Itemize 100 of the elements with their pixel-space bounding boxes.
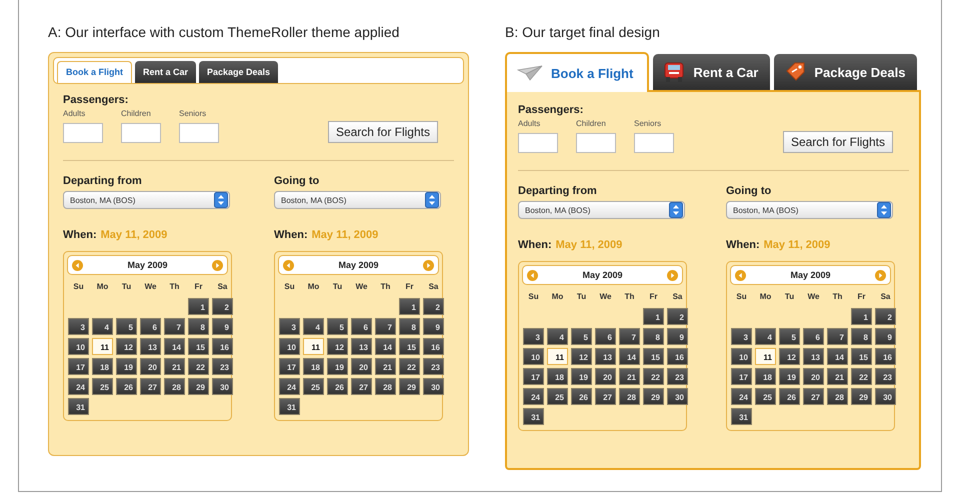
day-cell[interactable]: 18: [303, 358, 324, 375]
day-cell[interactable]: 17: [731, 368, 752, 385]
day-cell[interactable]: 30: [212, 378, 233, 395]
day-cell[interactable]: 8: [188, 318, 209, 335]
day-cell[interactable]: 28: [619, 388, 640, 405]
day-cell[interactable]: 18: [755, 368, 776, 385]
day-cell[interactable]: 2: [212, 298, 233, 315]
day-cell[interactable]: 26: [116, 378, 137, 395]
day-cell[interactable]: 15: [399, 338, 420, 355]
day-cell[interactable]: 12: [327, 338, 348, 355]
day-cell[interactable]: 23: [212, 358, 233, 375]
day-cell[interactable]: 21: [827, 368, 848, 385]
day-cell[interactable]: 31: [523, 408, 544, 425]
day-cell[interactable]: 24: [523, 388, 544, 405]
day-cell[interactable]: 4: [303, 318, 324, 335]
day-cell[interactable]: 6: [803, 328, 824, 345]
day-cell[interactable]: 29: [399, 378, 420, 395]
day-cell[interactable]: 8: [643, 328, 664, 345]
day-cell[interactable]: 11: [303, 338, 324, 355]
day-cell[interactable]: 3: [523, 328, 544, 345]
day-cell[interactable]: 12: [779, 348, 800, 365]
day-cell[interactable]: 19: [327, 358, 348, 375]
day-cell[interactable]: 18: [547, 368, 568, 385]
day-cell[interactable]: 14: [375, 338, 396, 355]
tab[interactable]: Package Deals: [774, 54, 918, 90]
day-cell[interactable]: 16: [423, 338, 444, 355]
day-cell[interactable]: 24: [731, 388, 752, 405]
day-cell[interactable]: 31: [731, 408, 752, 425]
input-field[interactable]: [576, 133, 616, 153]
day-cell[interactable]: 27: [595, 388, 616, 405]
day-cell[interactable]: 16: [875, 348, 896, 365]
search-button[interactable]: Search for Flights: [782, 131, 893, 153]
day-cell[interactable]: 6: [140, 318, 161, 335]
day-cell[interactable]: 30: [667, 388, 688, 405]
day-cell[interactable]: 4: [92, 318, 113, 335]
day-cell[interactable]: 2: [875, 308, 896, 325]
day-cell[interactable]: 5: [779, 328, 800, 345]
tab[interactable]: Book a Flight: [505, 52, 650, 92]
day-cell[interactable]: 11: [755, 348, 776, 365]
dropdown-field[interactable]: Boston, MA (BOS): [518, 201, 685, 219]
day-cell[interactable]: 4: [755, 328, 776, 345]
day-cell[interactable]: 21: [619, 368, 640, 385]
day-cell[interactable]: 19: [116, 358, 137, 375]
day-cell[interactable]: 2: [423, 298, 444, 315]
day-cell[interactable]: 16: [212, 338, 233, 355]
day-cell[interactable]: 20: [595, 368, 616, 385]
day-cell[interactable]: 29: [643, 388, 664, 405]
day-cell[interactable]: 3: [279, 318, 300, 335]
input-field[interactable]: [63, 123, 103, 143]
tab[interactable]: Rent a Car: [653, 54, 770, 90]
day-cell[interactable]: 8: [399, 318, 420, 335]
day-cell[interactable]: 14: [164, 338, 185, 355]
input-field[interactable]: [518, 133, 558, 153]
day-cell[interactable]: 29: [851, 388, 872, 405]
day-cell[interactable]: 1: [188, 298, 209, 315]
dropdown-field[interactable]: Boston, MA (BOS): [274, 191, 441, 209]
dropdown-field[interactable]: Boston, MA (BOS): [726, 201, 893, 219]
day-cell[interactable]: 10: [731, 348, 752, 365]
day-cell[interactable]: 11: [547, 348, 568, 365]
day-cell[interactable]: 25: [547, 388, 568, 405]
day-cell[interactable]: 18: [92, 358, 113, 375]
day-cell[interactable]: 12: [116, 338, 137, 355]
day-cell[interactable]: 7: [164, 318, 185, 335]
day-cell[interactable]: 6: [351, 318, 372, 335]
day-cell[interactable]: 7: [375, 318, 396, 335]
day-cell[interactable]: 10: [523, 348, 544, 365]
day-cell[interactable]: 9: [212, 318, 233, 335]
day-cell[interactable]: 23: [423, 358, 444, 375]
day-cell[interactable]: 28: [375, 378, 396, 395]
day-cell[interactable]: 24: [279, 378, 300, 395]
day-cell[interactable]: 21: [375, 358, 396, 375]
day-cell[interactable]: 14: [827, 348, 848, 365]
day-cell[interactable]: 27: [140, 378, 161, 395]
day-cell[interactable]: 13: [351, 338, 372, 355]
day-cell[interactable]: 15: [851, 348, 872, 365]
day-cell[interactable]: 23: [667, 368, 688, 385]
day-cell[interactable]: 14: [619, 348, 640, 365]
day-cell[interactable]: 16: [667, 348, 688, 365]
day-cell[interactable]: 26: [779, 388, 800, 405]
day-cell[interactable]: 22: [851, 368, 872, 385]
day-cell[interactable]: 1: [643, 308, 664, 325]
day-cell[interactable]: 13: [803, 348, 824, 365]
day-cell[interactable]: 3: [68, 318, 89, 335]
day-cell[interactable]: 3: [731, 328, 752, 345]
day-cell[interactable]: 26: [571, 388, 592, 405]
input-field[interactable]: [634, 133, 674, 153]
day-cell[interactable]: 17: [279, 358, 300, 375]
day-cell[interactable]: 25: [303, 378, 324, 395]
day-cell[interactable]: 29: [188, 378, 209, 395]
day-cell[interactable]: 15: [188, 338, 209, 355]
day-cell[interactable]: 17: [68, 358, 89, 375]
day-cell[interactable]: 15: [643, 348, 664, 365]
search-button[interactable]: Search for Flights: [328, 121, 438, 143]
day-cell[interactable]: 31: [279, 398, 300, 415]
day-cell[interactable]: 23: [875, 368, 896, 385]
day-cell[interactable]: 20: [351, 358, 372, 375]
day-cell[interactable]: 27: [351, 378, 372, 395]
tab[interactable]: Rent a Car: [135, 61, 196, 83]
input-field[interactable]: [121, 123, 161, 143]
day-cell[interactable]: 10: [68, 338, 89, 355]
